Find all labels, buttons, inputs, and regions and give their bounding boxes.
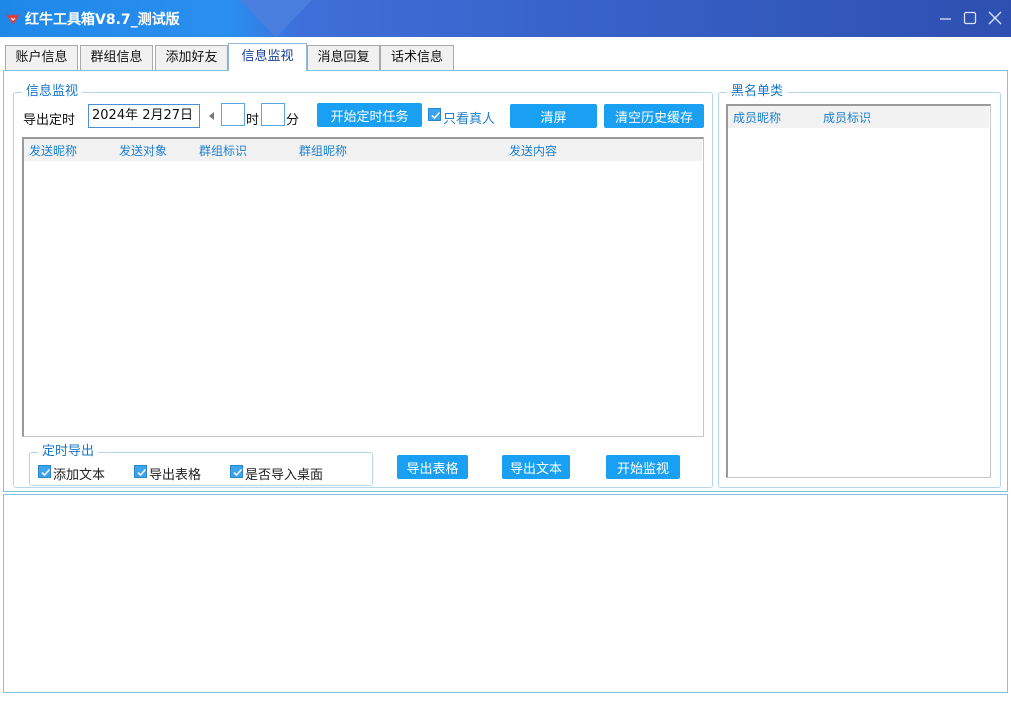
hour-unit-label: 时 — [246, 113, 260, 128]
start-monitor-button[interactable]: 开始监视 — [606, 455, 680, 479]
timed-export-legend: 定时导出 — [38, 444, 99, 460]
export-table-button[interactable]: 导出表格 — [397, 455, 468, 479]
column-send-content[interactable]: 发送内容 — [509, 142, 557, 159]
hour-input[interactable] — [221, 103, 245, 126]
minimize-icon[interactable] — [937, 9, 955, 27]
column-send-target[interactable]: 发送对象 — [119, 142, 167, 159]
app-logo-icon — [5, 11, 21, 25]
export-text-button[interactable]: 导出文本 — [502, 455, 570, 479]
real-only-checkbox[interactable] — [428, 108, 441, 121]
column-group-id[interactable]: 群组标识 — [199, 142, 247, 159]
maximize-icon[interactable] — [961, 9, 979, 27]
column-member-nickname[interactable]: 成员昵称 — [733, 109, 781, 126]
export-table-checkbox[interactable] — [134, 465, 147, 478]
clear-screen-button[interactable]: 清屏 — [510, 104, 597, 128]
column-member-id[interactable]: 成员标识 — [823, 109, 871, 126]
blacklist-list-header: 成员昵称 成员标识 — [728, 106, 989, 128]
import-desktop-label: 是否导入桌面 — [245, 468, 324, 483]
info-monitor-legend: 信息监视 — [22, 84, 83, 100]
start-timer-task-button[interactable]: 开始定时任务 — [317, 103, 422, 127]
column-group-nickname[interactable]: 群组昵称 — [299, 142, 347, 159]
clear-cache-button[interactable]: 清空历史缓存 — [604, 104, 704, 128]
tab-message-reply[interactable]: 消息回复 — [307, 45, 380, 71]
timed-export-group: 定时导出 添加文本 导出表格 是否导入桌面 — [29, 444, 373, 486]
add-text-checkbox[interactable] — [38, 465, 51, 478]
add-text-label: 添加文本 — [53, 468, 106, 483]
column-sender-nickname[interactable]: 发送昵称 — [29, 142, 77, 159]
spinner-left-icon[interactable] — [209, 112, 214, 120]
import-desktop-checkbox[interactable] — [230, 465, 243, 478]
tab-info-monitor[interactable]: 信息监视 — [228, 43, 307, 71]
real-only-label: 只看真人 — [443, 112, 496, 127]
blacklist-legend: 黑名单类 — [727, 84, 788, 100]
message-list-header: 发送昵称 发送对象 群组标识 群组昵称 发送内容 — [24, 139, 702, 161]
tab-panel-info-monitor: 信息监视 导出定时 2024年 2月27日 时 分 开始定时任务 只看真人 清屏… — [3, 70, 1008, 492]
export-table-option-label: 导出表格 — [149, 468, 202, 483]
export-date-picker[interactable]: 2024年 2月27日 — [88, 104, 200, 128]
minute-input[interactable] — [261, 103, 285, 126]
log-output-area[interactable] — [3, 494, 1008, 693]
message-list[interactable]: 发送昵称 发送对象 群组标识 群组昵称 发送内容 — [22, 137, 704, 437]
title-bar-decoration — [240, 0, 312, 37]
tab-script-info[interactable]: 话术信息 — [380, 45, 454, 71]
tab-group-info[interactable]: 群组信息 — [80, 45, 153, 71]
blacklist-group: 黑名单类 成员昵称 成员标识 — [718, 84, 1001, 488]
title-bar: 红牛工具箱V8.7_测试版 — [0, 0, 1011, 37]
close-icon[interactable] — [986, 9, 1004, 27]
window-title: 红牛工具箱V8.7_测试版 — [25, 12, 180, 28]
minute-unit-label: 分 — [286, 113, 300, 128]
export-timer-label: 导出定时 — [23, 113, 76, 128]
tab-account-info[interactable]: 账户信息 — [5, 45, 78, 71]
tab-add-friends[interactable]: 添加好友 — [155, 45, 228, 71]
info-monitor-group: 信息监视 导出定时 2024年 2月27日 时 分 开始定时任务 只看真人 清屏… — [13, 84, 713, 488]
blacklist-list[interactable]: 成员昵称 成员标识 — [726, 104, 991, 478]
